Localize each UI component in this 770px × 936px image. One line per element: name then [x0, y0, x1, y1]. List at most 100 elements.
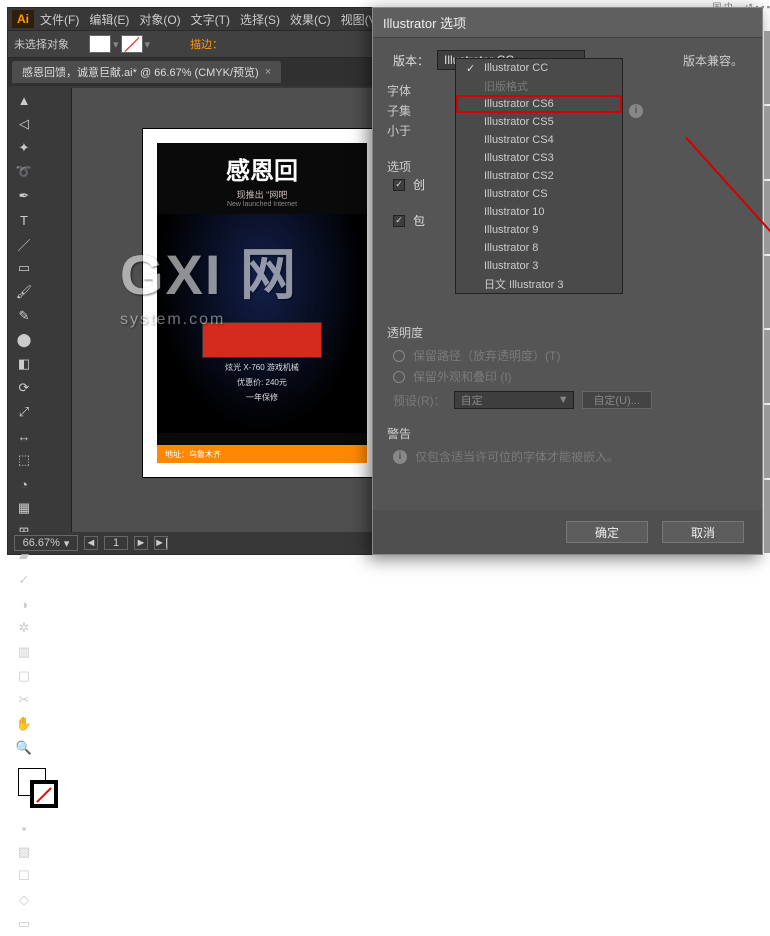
menu-object[interactable]: 对象(O): [139, 11, 180, 28]
artwork-prod-price: 优惠价: 240元: [202, 377, 322, 388]
draw-mode[interactable]: ◇: [10, 889, 38, 911]
swatch-chevron-icon[interactable]: ▾: [113, 38, 119, 51]
menu-file[interactable]: 文件(F): [40, 11, 79, 28]
menu-edit[interactable]: 编辑(E): [89, 11, 129, 28]
ok-button[interactable]: 确定: [566, 521, 648, 543]
magic-wand-tool[interactable]: ✦: [10, 137, 38, 159]
checkbox-include[interactable]: ✓: [393, 215, 405, 227]
fill-stroke-control[interactable]: [18, 768, 58, 808]
color-mode[interactable]: ▪: [10, 817, 38, 839]
scale-tool[interactable]: ⤢: [10, 401, 38, 423]
dropdown-item[interactable]: Illustrator CS: [456, 185, 622, 203]
eraser-tool[interactable]: ◧: [10, 353, 38, 375]
radio-preserve-appearance[interactable]: [393, 371, 405, 383]
direct-select-tool[interactable]: ◁: [10, 113, 38, 135]
artwork-subtitle: 现推出 "网吧: [237, 188, 288, 201]
toolbox: ▲ ◁ ✦ ➰ ✒ T ／ ▭ 🖌 ✎ ⬤ ◧ ⟳ ⤢ ↔ ⬚ ◔ ▦ ⊞ ▰ …: [8, 88, 72, 532]
blend-tool[interactable]: ◑: [10, 593, 38, 615]
artboard-tool[interactable]: ▢: [10, 665, 38, 687]
dropdown-item[interactable]: Illustrator CC: [456, 59, 622, 77]
artwork-subtitle-en: New launched Internet: [227, 201, 297, 208]
artwork-product-image: [202, 322, 322, 358]
eyedropper-tool[interactable]: ✓: [10, 569, 38, 591]
dropdown-item[interactable]: Illustrator CS5: [456, 113, 622, 131]
selection-tool[interactable]: ▲: [10, 89, 38, 111]
checkbox-create[interactable]: ✓: [393, 179, 405, 191]
artboard-number[interactable]: 1: [104, 536, 128, 550]
hand-tool[interactable]: ✋: [10, 713, 38, 735]
fill-swatch[interactable]: [89, 35, 111, 53]
menu-type[interactable]: 文字(T): [191, 11, 230, 28]
dropdown-item[interactable]: Illustrator CS2: [456, 167, 622, 185]
paintbrush-tool[interactable]: 🖌: [10, 281, 38, 303]
document-tab-title: 感恩回馈，诚意巨献.ai* @ 66.67% (CMYK/预览): [22, 64, 259, 80]
artwork-prod-warranty: 一年保修: [202, 392, 322, 403]
subset-label: 子集: [387, 102, 411, 119]
cancel-button[interactable]: 取消: [662, 521, 744, 543]
type-tool[interactable]: T: [10, 209, 38, 231]
shape-builder-tool[interactable]: ◔: [10, 473, 38, 495]
menu-effect[interactable]: 效果(C): [290, 11, 331, 28]
artboard: 感恩回 现推出 "网吧 New launched Internet 炫光 X-7…: [142, 128, 382, 478]
line-tool[interactable]: ／: [10, 233, 38, 255]
blob-brush-tool[interactable]: ⬤: [10, 329, 38, 351]
dropdown-item[interactable]: Illustrator 10: [456, 203, 622, 221]
artwork-graphic: 炫光 X-760 游戏机械 优惠价: 240元 一年保修: [157, 214, 367, 433]
preset-combobox[interactable]: 自定 ▼: [454, 391, 574, 409]
swatch-chevron-icon[interactable]: ▾: [145, 38, 151, 51]
menu-select[interactable]: 选择(S): [240, 11, 280, 28]
illustrator-options-dialog: Illustrator 选项 版本： Illustrator CC ▼ 版本兼容…: [372, 7, 763, 555]
thumbnail-strip: [764, 30, 770, 554]
width-tool[interactable]: ↔: [10, 425, 38, 447]
checkbox-create-label: 创: [413, 176, 425, 193]
transparency-heading: 透明度: [387, 324, 748, 341]
gradient-mode[interactable]: ▧: [10, 841, 38, 863]
checkbox-include-label: 包: [413, 212, 425, 229]
slice-tool[interactable]: ✂: [10, 689, 38, 711]
prev-artboard-button[interactable]: ◄: [84, 536, 98, 550]
dropdown-item[interactable]: 日文 Illustrator 3: [456, 275, 622, 293]
fonts-label: 字体: [387, 82, 411, 99]
custom-button[interactable]: 自定(U)...: [582, 391, 652, 409]
dropdown-item-cs6[interactable]: Illustrator CS6: [456, 95, 622, 113]
stroke-label: 描边：: [190, 36, 223, 52]
options-heading: 选项: [387, 158, 411, 175]
last-artboard-button[interactable]: ►|: [154, 536, 168, 550]
rotate-tool[interactable]: ⟳: [10, 377, 38, 399]
dropdown-item[interactable]: Illustrator 9: [456, 221, 622, 239]
pencil-tool[interactable]: ✎: [10, 305, 38, 327]
rectangle-tool[interactable]: ▭: [10, 257, 38, 279]
dropdown-item[interactable]: Illustrator CS4: [456, 131, 622, 149]
dropdown-item[interactable]: Illustrator CS3: [456, 149, 622, 167]
none-mode[interactable]: ☐: [10, 865, 38, 887]
next-artboard-button[interactable]: ►: [134, 536, 148, 550]
dropdown-item-group: 旧版格式: [456, 77, 622, 95]
document-tab[interactable]: 感恩回馈，诚意巨献.ai* @ 66.67% (CMYK/预览) ×: [12, 61, 281, 83]
selection-status: 未选择对象: [14, 36, 69, 52]
radio-preserve-paths-label: 保留路径（放弃透明度）(T): [413, 347, 560, 364]
preset-label: 预设(R)：: [393, 392, 446, 409]
dropdown-item[interactable]: Illustrator 3: [456, 257, 622, 275]
pen-tool[interactable]: ✒: [10, 185, 38, 207]
version-label: 版本：: [387, 52, 429, 69]
column-graph-tool[interactable]: ▥: [10, 641, 38, 663]
radio-preserve-paths[interactable]: [393, 350, 405, 362]
app-logo: Ai: [12, 10, 34, 28]
lasso-tool[interactable]: ➰: [10, 161, 38, 183]
radio-preserve-appearance-label: 保留外观和叠印 (I): [413, 368, 512, 385]
dropdown-item[interactable]: Illustrator 8: [456, 239, 622, 257]
artwork-title: 感恩回: [226, 151, 298, 186]
symbol-sprayer-tool[interactable]: ✲: [10, 617, 38, 639]
zoom-level[interactable]: 66.67%▾: [14, 535, 78, 551]
artwork-footer-bar: 地址：乌鲁木齐: [157, 445, 367, 463]
close-tab-icon[interactable]: ×: [265, 66, 271, 78]
less-than-label: 小于: [387, 122, 411, 139]
stroke-swatch[interactable]: [121, 35, 143, 53]
perspective-tool[interactable]: ▦: [10, 497, 38, 519]
screen-mode[interactable]: ▭: [10, 913, 38, 935]
info-icon: i: [629, 104, 643, 118]
dialog-title: Illustrator 选项: [373, 8, 762, 38]
zoom-tool[interactable]: 🔍: [10, 737, 38, 759]
warning-text: 仅包含适当许可位的字体才能被嵌入。: [415, 448, 619, 465]
free-transform-tool[interactable]: ⬚: [10, 449, 38, 471]
